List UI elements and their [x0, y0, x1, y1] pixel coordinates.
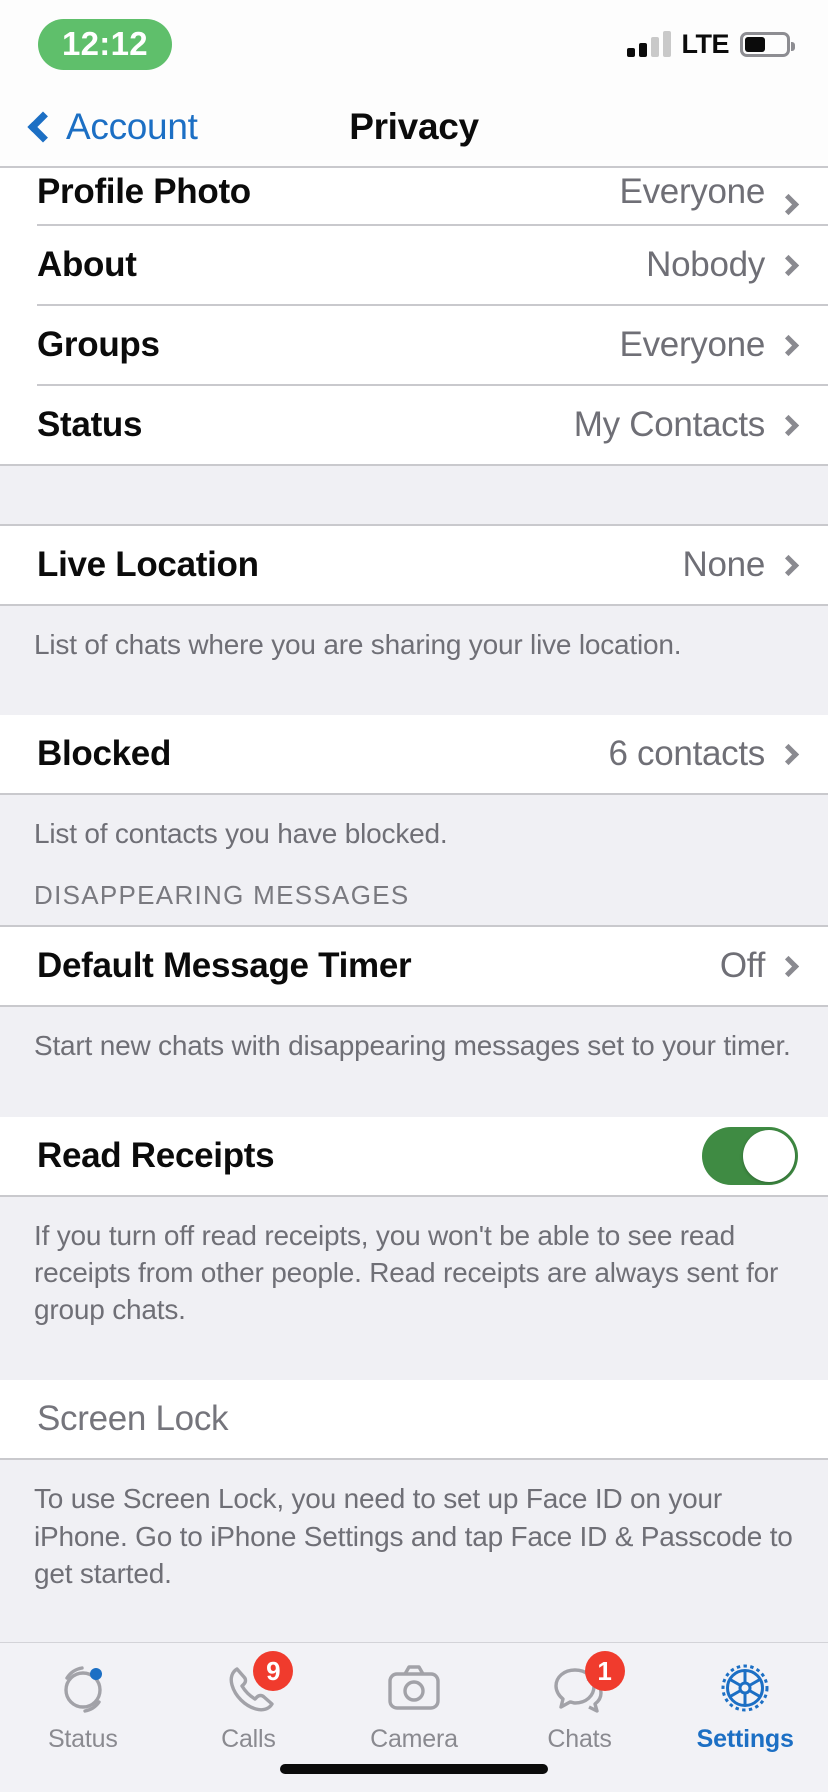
network-type-label: LTE: [681, 28, 730, 59]
row-value: None: [682, 545, 766, 584]
tab-chats[interactable]: 1 Chats: [497, 1651, 663, 1754]
tab-label: Chats: [547, 1725, 612, 1753]
row-label: Default Message Timer: [37, 946, 412, 986]
tab-camera[interactable]: Camera: [331, 1657, 497, 1754]
chevron-right-icon: [777, 193, 800, 216]
camera-icon: [383, 1657, 445, 1719]
tab-label: Settings: [696, 1725, 794, 1753]
chevron-right-icon: [777, 955, 800, 978]
home-indicator: [280, 1764, 548, 1774]
tab-settings[interactable]: Settings: [662, 1657, 828, 1754]
row-about[interactable]: About Nobody: [0, 226, 828, 304]
toggle-knob: [743, 1129, 795, 1182]
calls-badge: 9: [253, 1651, 294, 1691]
status-ring-icon: [52, 1657, 114, 1719]
row-profile-photo[interactable]: Profile Photo Everyone: [0, 168, 828, 224]
row-label: Screen Lock: [37, 1399, 229, 1439]
tab-label: Status: [47, 1725, 118, 1753]
chevron-right-icon: [777, 743, 800, 765]
chats-badge: 1: [584, 1651, 625, 1691]
live-location-group: Live Location None: [0, 526, 828, 604]
row-value: 6 contacts: [608, 734, 765, 774]
visibility-group: Profile Photo Everyone About Nobody Grou…: [0, 166, 828, 464]
default-timer-footer: Start new chats with disappearing messag…: [0, 1005, 828, 1117]
screen-lock-footer: To use Screen Lock, you need to set up F…: [0, 1458, 828, 1615]
screen-lock-group: Screen Lock: [0, 1380, 828, 1459]
default-timer-group: Default Message Timer Off: [0, 927, 828, 1006]
row-label: About: [37, 245, 137, 284]
section-gap: [0, 464, 828, 526]
tab-label: Calls: [221, 1725, 276, 1753]
chevron-right-icon: [777, 554, 800, 576]
live-location-footer: List of chats where you are sharing your…: [0, 604, 828, 716]
phone-screen: 12:12 LTE Account Privacy Profile Photo …: [0, 0, 828, 1792]
row-live-location[interactable]: Live Location None: [0, 526, 828, 604]
row-label: Profile Photo: [37, 172, 251, 211]
row-label: Read Receipts: [37, 1135, 275, 1175]
row-value: Off: [719, 946, 765, 986]
row-label: Live Location: [37, 545, 259, 584]
row-status[interactable]: Status My Contacts: [0, 386, 828, 464]
back-button-label: Account: [66, 106, 198, 147]
row-value: My Contacts: [573, 405, 766, 444]
row-groups[interactable]: Groups Everyone: [0, 306, 828, 384]
section-header-disappearing-messages: DISAPPEARING MESSAGES: [0, 874, 828, 928]
gear-icon: [714, 1657, 776, 1719]
chevron-right-icon: [777, 414, 800, 436]
back-button[interactable]: Account: [27, 106, 198, 148]
cellular-signal-icon: [626, 31, 671, 57]
row-read-receipts[interactable]: Read Receipts: [0, 1116, 828, 1195]
chevron-left-icon: [27, 111, 59, 143]
chevron-right-icon: [777, 334, 800, 356]
row-value: Everyone: [619, 172, 766, 211]
tab-calls[interactable]: 9 Calls: [166, 1651, 332, 1754]
chat-bubbles-icon: 1: [549, 1651, 625, 1719]
row-blocked[interactable]: Blocked 6 contacts: [0, 715, 828, 794]
tab-label: Camera: [370, 1725, 458, 1753]
row-label: Blocked: [37, 734, 172, 774]
phone-icon: 9: [217, 1651, 294, 1719]
chevron-right-icon: [777, 254, 800, 276]
row-label: Status: [37, 405, 143, 444]
row-default-message-timer[interactable]: Default Message Timer Off: [0, 927, 828, 1006]
read-receipts-toggle[interactable]: [702, 1126, 798, 1185]
navigation-bar: Account Privacy: [0, 88, 828, 166]
row-value: Everyone: [619, 325, 766, 364]
read-receipts-footer: If you turn off read receipts, you won't…: [0, 1194, 828, 1381]
battery-icon: [740, 31, 795, 57]
tab-status[interactable]: Status: [0, 1657, 166, 1754]
status-bar-time: 12:12: [38, 18, 172, 70]
row-screen-lock: Screen Lock: [0, 1380, 828, 1459]
blocked-footer: List of contacts you have blocked.: [0, 793, 828, 875]
blocked-group: Blocked 6 contacts: [0, 715, 828, 794]
tab-bar: Status 9 Calls Camera 1 Chats Settings: [0, 1642, 828, 1792]
row-label: Groups: [37, 325, 160, 364]
status-bar: 12:12 LTE: [0, 0, 828, 88]
status-bar-indicators: LTE: [626, 28, 795, 60]
read-receipts-group: Read Receipts: [0, 1116, 828, 1195]
row-value: Nobody: [646, 245, 765, 284]
settings-list[interactable]: Profile Photo Everyone About Nobody Grou…: [0, 166, 828, 1642]
